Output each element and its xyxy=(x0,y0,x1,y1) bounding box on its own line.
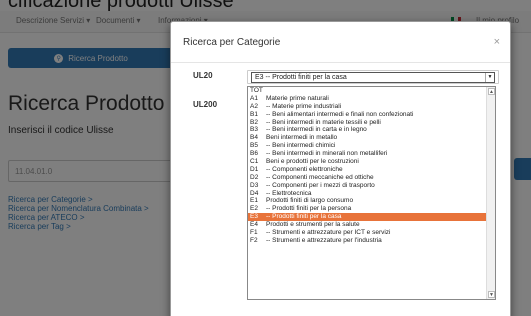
option-code: F1 xyxy=(250,229,258,237)
dropdown-option[interactable]: F2 -- Strumenti e attrezzature per l'indu… xyxy=(248,237,495,245)
option-label: -- Prodotti finiti per la casa xyxy=(266,213,342,221)
modal-header: Ricerca per Categorie × xyxy=(171,22,510,63)
option-code: E4 xyxy=(250,221,258,229)
chevron-down-icon[interactable]: ▼ xyxy=(485,72,494,82)
option-code: A2 xyxy=(250,102,258,110)
option-label: -- Componenti per i mezzi di trasporto xyxy=(266,181,375,189)
option-label: -- Componenti meccaniche ed ottiche xyxy=(266,173,374,181)
option-code: B1 xyxy=(250,110,258,118)
dropdown-option[interactable]: B2 -- Beni intermedi in materie tessili e… xyxy=(248,119,495,127)
option-label: -- Beni intermedi chimici xyxy=(266,142,336,150)
dropdown-option[interactable]: D1 -- Componenti elettroniche xyxy=(248,166,495,174)
option-label: -- Strumenti e attrezzature per ICT e se… xyxy=(266,229,391,237)
dropdown-option[interactable]: B3 -- Beni intermedi in carta e in legno xyxy=(248,126,495,134)
dropdown-option[interactable]: D2 -- Componenti meccaniche ed ottiche xyxy=(248,174,495,182)
dropdown-option[interactable]: D4 -- Elettrotecnica xyxy=(248,190,495,198)
option-label: -- Materie prime industriali xyxy=(266,102,342,110)
dropdown-option[interactable]: TOT xyxy=(248,87,495,95)
close-icon[interactable]: × xyxy=(494,36,500,48)
dropdown-option[interactable]: D3 -- Componenti per i mezzi di trasporto xyxy=(248,182,495,190)
dropdown-option[interactable]: F1 -- Strumenti e attrezzature per ICT e … xyxy=(248,229,495,237)
option-label: Prodotti finiti di largo consumo xyxy=(266,197,354,205)
option-label: -- Elettrotecnica xyxy=(266,189,312,197)
option-code: E2 xyxy=(250,205,258,213)
option-code: B2 xyxy=(250,118,258,126)
option-code: E3 xyxy=(250,213,258,221)
dropdown-option[interactable]: B6 -- Beni intermedi in minerali non meta… xyxy=(248,150,495,158)
option-code: B4 xyxy=(250,134,258,142)
option-label: -- Componenti elettroniche xyxy=(266,165,343,173)
option-label: Materie prime naturali xyxy=(266,94,329,102)
ul20-selected-value: E3 -- Prodotti finiti per la casa xyxy=(255,73,347,81)
option-code: B5 xyxy=(250,142,258,150)
option-code: E1 xyxy=(250,197,258,205)
dropdown-option[interactable]: E1 Prodotti finiti di largo consumo xyxy=(248,197,495,205)
modal-title: Ricerca per Categorie xyxy=(183,37,281,48)
label-ul200: UL200 xyxy=(193,100,218,109)
dropdown-option[interactable]: C1 Beni e prodotti per le costruzioni xyxy=(248,158,495,166)
dropdown-option[interactable]: A2 -- Materie prime industriali xyxy=(248,103,495,111)
option-code: TOT xyxy=(250,87,263,94)
option-label: -- Prodotti finiti per la persona xyxy=(266,205,352,213)
option-code: B6 xyxy=(250,150,258,158)
dropdown-option[interactable]: E4 Prodotti e strumenti per la salute xyxy=(248,221,495,229)
dropdown-option[interactable]: E3 -- Prodotti finiti per la casa xyxy=(248,213,495,222)
option-label: Beni e prodotti per le costruzioni xyxy=(266,158,359,166)
option-code: F2 xyxy=(250,236,258,244)
dropdown-scrollbar[interactable]: ▲ ▼ xyxy=(486,87,495,299)
option-code: D4 xyxy=(250,189,259,197)
option-code: D2 xyxy=(250,173,259,181)
option-code: D1 xyxy=(250,165,259,173)
option-label: -- Beni intermedi in carta e in legno xyxy=(266,126,367,134)
option-code: D3 xyxy=(250,181,259,189)
ul20-select[interactable]: E3 -- Prodotti finiti per la casa ▼ xyxy=(247,70,499,84)
option-code: C1 xyxy=(250,158,259,166)
dropdown-option[interactable]: B1 -- Beni alimentari intermedi e finali … xyxy=(248,111,495,119)
scroll-down-icon[interactable]: ▼ xyxy=(488,291,495,298)
option-label: -- Beni intermedi in materie tessili e p… xyxy=(266,118,381,126)
dropdown-option[interactable]: B5 -- Beni intermedi chimici xyxy=(248,142,495,150)
option-code: B3 xyxy=(250,126,258,134)
dropdown-option[interactable]: A1 Materie prime naturali xyxy=(248,95,495,103)
label-ul20: UL20 xyxy=(193,71,213,80)
dropdown-option[interactable]: B4 Beni intermedi in metallo xyxy=(248,134,495,142)
option-label: Beni intermedi in metallo xyxy=(266,134,338,142)
option-label: -- Beni alimentari intermedi e finali no… xyxy=(266,110,414,118)
ul20-dropdown-list[interactable]: TOT A1 Materie prime naturali A2 -- Materie … xyxy=(247,86,496,300)
option-label: -- Beni intermedi in minerali non metall… xyxy=(266,150,388,158)
dropdown-option[interactable]: E2 -- Prodotti finiti per la persona xyxy=(248,205,495,213)
option-code: A1 xyxy=(250,94,258,102)
scroll-up-icon[interactable]: ▲ xyxy=(488,88,495,95)
option-label: Prodotti e strumenti per la salute xyxy=(266,221,360,229)
option-label: -- Strumenti e attrezzature per l'indust… xyxy=(266,236,382,244)
